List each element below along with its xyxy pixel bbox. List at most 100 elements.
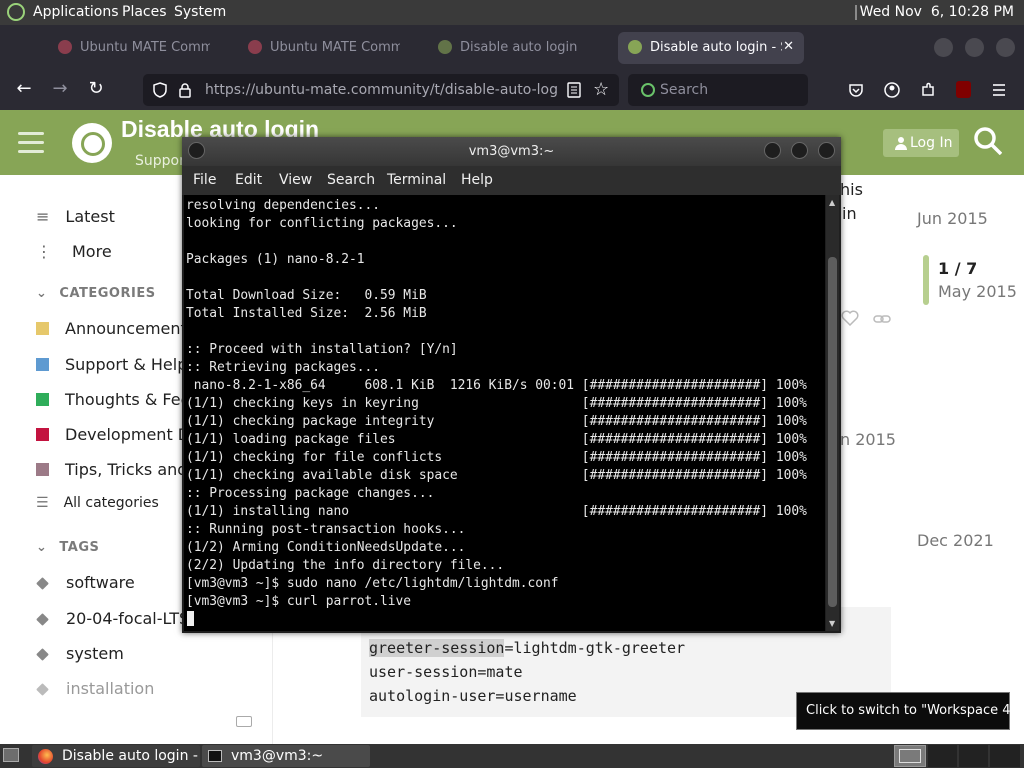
categories-heading[interactable]: ⌄ CATEGORIES [36,286,156,301]
sidebar-item-support[interactable]: Support & Help [36,355,186,374]
workspace-4-button[interactable] [990,745,1020,767]
account-icon[interactable] [884,82,900,98]
terminal-line: (1/1) installing nano [#################… [186,504,807,519]
search-icon[interactable] [974,127,1002,155]
close-button[interactable] [818,142,835,159]
menu-edit[interactable]: Edit [235,172,262,188]
extensions-icon[interactable] [920,82,936,98]
tags-heading[interactable]: ⌄ TAGS [36,540,99,555]
bookmark-star-icon[interactable]: ☆ [593,79,609,100]
url-text[interactable]: https://ubuntu-mate.community/t/disable-… [205,82,557,98]
site-favicon-icon [438,40,452,54]
menu-terminal[interactable]: Terminal [387,172,446,188]
maximize-button[interactable] [791,142,808,159]
sidebar-tag-focal[interactable]: 20-04-focal-LTS [36,609,186,628]
terminal-line: resolving dependencies... [186,198,381,213]
reload-button[interactable]: ↻ [84,78,108,99]
sidebar-tag-installation[interactable]: installation [36,679,186,698]
more-vertical-icon: ⋮ [36,242,52,261]
workspace-1-button[interactable] [894,745,926,767]
lock-icon[interactable] [179,82,191,98]
timeline-start[interactable]: Jun 2015 [917,209,988,228]
sidebar-item-thoughts[interactable]: Thoughts & Feedback [36,390,186,409]
tab-label: Disable auto login - Su [650,40,782,55]
terminal-line: :: Retrieving packages... [186,360,381,375]
timeline-scroller[interactable] [923,255,929,305]
forward-button[interactable]: → [48,78,72,99]
sidebar-item-label: Announcements [65,319,186,338]
like-heart-icon[interactable] [841,310,859,330]
menu-file[interactable]: File [193,172,216,188]
ubuntu-mate-logo-icon[interactable] [72,123,112,163]
menu-search[interactable]: Search [327,172,375,188]
search-bar[interactable]: Search [628,74,808,106]
terminal-scrollbar[interactable]: ▲ ▼ [826,195,839,631]
scroll-up-icon[interactable]: ▲ [829,198,835,207]
sidebar-item-label: Support & Help [65,355,186,374]
ublock-icon[interactable] [956,81,971,98]
places-menu[interactable]: Places [122,4,167,20]
topic-timeline[interactable]: Jun 2015 1 / 7 May 2015 n 2015 Dec 2021 [840,175,1024,744]
taskbar-firefox[interactable]: Disable auto login - ... [32,745,216,767]
terminal-line: (1/1) checking package integrity [######… [186,414,807,429]
menu-help[interactable]: Help [461,172,493,188]
minimize-window-button[interactable] [934,38,953,57]
tab-3[interactable]: Disable auto login [428,32,610,64]
scrollbar-thumb[interactable] [828,257,837,607]
tab-label: Ubuntu MATE Comm [80,40,210,55]
clock[interactable]: Wed Nov 6, 10:28 PM [860,4,1014,20]
sidebar-tag-system[interactable]: system [36,644,186,663]
menu-view[interactable]: View [279,172,312,188]
sidebar-item-latest[interactable]: ≡ Latest [36,207,186,226]
close-tab-icon[interactable]: ✕ [783,39,794,54]
minimize-button[interactable] [764,142,781,159]
sidebar-item-development[interactable]: Development Discussion [36,425,186,444]
system-menu[interactable]: System [174,4,226,20]
workspace-3-button[interactable] [959,745,988,767]
workspace-2-button[interactable] [928,745,957,767]
login-button[interactable]: Log In [883,129,959,157]
shield-icon[interactable] [152,82,168,98]
search-placeholder: Search [660,82,709,98]
terminal-window[interactable]: vm3@vm3:~ File Edit View Search Terminal… [182,137,841,633]
tab-1[interactable]: Ubuntu MATE Comm [48,32,230,64]
terminal-screen[interactable]: resolving dependencies... looking for con… [184,195,825,631]
url-bar[interactable]: https://ubuntu-mate.community/t/disable-… [143,74,619,106]
bottom-panel: Disable auto login - ... vm3@vm3:~ [0,744,1024,768]
login-label: Log In [910,135,953,151]
back-button[interactable]: ← [12,78,36,99]
link-icon[interactable] [873,311,891,330]
keyboard-icon[interactable] [236,716,252,727]
chevron-down-icon: ⌄ [36,286,48,301]
sidebar-item-all-categories[interactable]: ☰ All categories [36,495,186,511]
terminal-line: :: Proceed with installation? [Y/n] [186,342,458,357]
terminal-titlebar[interactable]: vm3@vm3:~ [182,137,841,166]
reader-view-icon[interactable] [567,82,581,98]
sidebar-item-announcements[interactable]: Announcements [36,319,186,338]
tab-active[interactable]: Disable auto login - Su ✕ [618,32,804,64]
top-panel: Applications Places System Wed Nov 6, 10… [0,0,1024,25]
hamburger-menu-icon[interactable] [18,132,44,159]
nav-bar: ← → ↻ https://ubuntu-mate.community/t/di… [0,70,1024,111]
taskbar-terminal[interactable]: vm3@vm3:~ [202,745,370,767]
sidebar-tag-software[interactable]: software [36,573,186,592]
menu-hamburger-icon[interactable] [992,83,1006,97]
mate-logo-icon[interactable] [7,3,25,21]
show-desktop-icon[interactable] [3,748,19,762]
sidebar-item-more[interactable]: ⋮ More [36,242,186,261]
terminal-line: Total Download Size: 0.59 MiB [186,288,427,303]
terminal-line: [vm3@vm3 ~]$ curl parrot.live [186,594,412,609]
tab-label: Ubuntu MATE Comm [270,40,400,55]
tab-2[interactable]: Ubuntu MATE Comm [238,32,420,64]
timeline-end[interactable]: Dec 2021 [917,531,994,550]
scroll-down-icon[interactable]: ▼ [829,619,835,628]
sidebar-item-tips[interactable]: Tips, Tricks and Tutorials [36,460,186,479]
close-window-button[interactable] [996,38,1015,57]
site-favicon-icon [628,40,642,54]
timeline-position-date: May 2015 [938,282,1017,301]
applications-menu[interactable]: Applications [33,4,119,20]
tab-label: Disable auto login [460,40,578,55]
maximize-window-button[interactable] [965,38,984,57]
pocket-icon[interactable] [848,82,864,98]
